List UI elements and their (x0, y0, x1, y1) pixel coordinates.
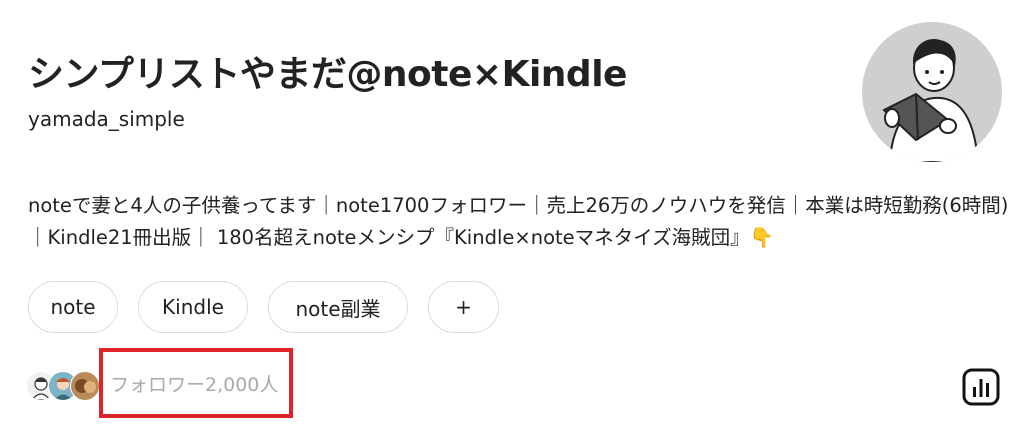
tag-note-side-job[interactable]: note副業 (268, 281, 408, 333)
highlight-box (99, 348, 293, 418)
follower-avatar (70, 371, 100, 401)
profile-name: シンプリストやまだ@note×Kindle (28, 54, 627, 95)
follower-avatars[interactable] (26, 371, 106, 401)
bar-chart-icon[interactable] (962, 368, 1000, 406)
profile-bio: noteで妻と4人の子供養ってます｜note1700フォロワー｜売上26万のノウ… (28, 194, 1009, 249)
profile-card: シンプリストやまだ@note×Kindle yamada_simple note… (0, 0, 1036, 437)
tag-note[interactable]: note (28, 281, 118, 333)
tag-kindle[interactable]: Kindle (138, 281, 248, 333)
more-tags-button[interactable]: + (428, 281, 499, 333)
profile-handle: yamada_simple (28, 107, 185, 131)
avatar[interactable] (862, 22, 1002, 162)
avatar-illustration (862, 22, 1002, 162)
tag-list: note Kindle note副業 + (28, 281, 499, 333)
